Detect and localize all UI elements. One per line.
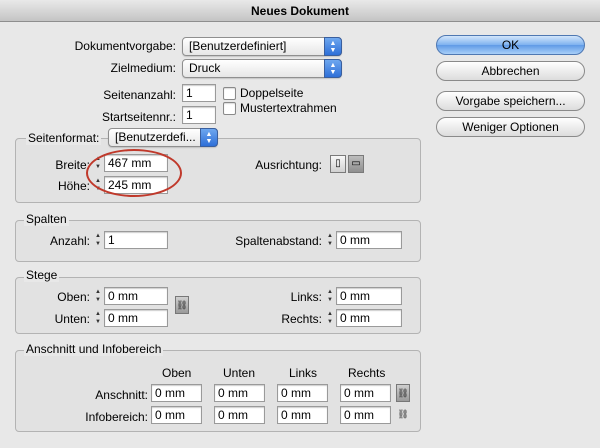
bleed-left-input[interactable]: 0 mm: [277, 384, 328, 402]
facing-pages-label: Doppelseite: [240, 86, 304, 100]
popup-arrows-icon: ▲ ▼: [324, 37, 342, 56]
margin-left-input[interactable]: 0 mm: [336, 287, 402, 305]
start-page-input[interactable]: 1: [182, 106, 216, 124]
margin-bottom-input[interactable]: 0 mm: [104, 309, 168, 327]
page-size-value: [Benutzerdefi...: [115, 130, 196, 144]
new-document-dialog: Neues Dokument Dokumentvorgabe: [Benutze…: [0, 0, 600, 448]
bleed-top-input[interactable]: 0 mm: [151, 384, 202, 402]
preset-select[interactable]: [Benutzerdefiniert] ▲ ▼: [182, 37, 342, 56]
master-frame-checkbox[interactable]: [223, 102, 236, 115]
cancel-button[interactable]: Abbrechen: [436, 61, 585, 81]
columns-title: Spalten: [24, 212, 69, 226]
portrait-icon[interactable]: ▯: [330, 155, 346, 173]
columns-count-stepper-icon[interactable]: ▲ ▼: [93, 231, 103, 249]
margin-left-stepper-icon[interactable]: ▲ ▼: [325, 287, 335, 305]
margin-right-label: Rechts:: [281, 312, 322, 326]
width-label: Breite:: [55, 158, 90, 172]
col-top-header: Oben: [162, 366, 192, 380]
slug-label: Infobereich:: [85, 410, 148, 424]
save-preset-button[interactable]: Vorgabe speichern...: [436, 91, 585, 111]
col-left-header: Links: [289, 366, 318, 380]
facing-pages-checkbox[interactable]: [223, 87, 236, 100]
orientation-label: Ausrichtung:: [255, 158, 322, 172]
window-title: Neues Dokument: [0, 0, 600, 22]
slug-bottom-input[interactable]: 0 mm: [214, 406, 265, 424]
slug-chain-icon[interactable]: ⛓: [396, 406, 410, 424]
page-size-label: Seitenformat:: [26, 131, 102, 145]
margins-chain-icon[interactable]: ⛓: [175, 296, 189, 314]
columns-count-input[interactable]: 1: [104, 231, 168, 249]
ok-button[interactable]: OK: [436, 35, 585, 55]
medium-value: Druck: [189, 61, 221, 75]
gutter-label: Spaltenabstand:: [235, 234, 322, 248]
gutter-input[interactable]: 0 mm: [336, 231, 402, 249]
margin-bottom-stepper-icon[interactable]: ▲ ▼: [93, 309, 103, 327]
margin-right-stepper-icon[interactable]: ▲ ▼: [325, 309, 335, 327]
margin-top-stepper-icon[interactable]: ▲ ▼: [93, 287, 103, 305]
slug-right-input[interactable]: 0 mm: [340, 406, 391, 424]
medium-label: Zielmedium:: [110, 61, 176, 75]
columns-count-label: Anzahl:: [49, 234, 90, 248]
fewer-options-button[interactable]: Weniger Optionen: [436, 117, 585, 137]
slug-left-input[interactable]: 0 mm: [277, 406, 328, 424]
margin-left-label: Links:: [290, 290, 322, 304]
medium-select[interactable]: Druck ▲ ▼: [182, 59, 342, 78]
bleed-label: Anschnitt:: [95, 388, 148, 402]
margin-right-input[interactable]: 0 mm: [336, 309, 402, 327]
master-frame-label: Mustertextrahmen: [240, 101, 337, 115]
bleed-bottom-input[interactable]: 0 mm: [214, 384, 265, 402]
bleed-slug-title: Anschnitt und Infobereich: [24, 342, 164, 356]
bleed-right-input[interactable]: 0 mm: [340, 384, 391, 402]
col-bottom-header: Unten: [223, 366, 256, 380]
margins-title: Stege: [24, 268, 60, 282]
page-size-select[interactable]: [Benutzerdefi... ▲ ▼: [108, 128, 218, 147]
col-right-header: Rechts: [348, 366, 386, 380]
highlight-circle: [86, 149, 182, 197]
pages-input[interactable]: 1: [182, 84, 216, 102]
margin-top-input[interactable]: 0 mm: [104, 287, 168, 305]
preset-label: Dokumentvorgabe:: [74, 39, 176, 53]
preset-value: [Benutzerdefiniert]: [189, 39, 287, 53]
popup-arrows-icon: ▲ ▼: [324, 59, 342, 78]
gutter-stepper-icon[interactable]: ▲ ▼: [325, 231, 335, 249]
height-label: Höhe:: [57, 179, 90, 193]
margin-bottom-label: Unten:: [54, 312, 90, 326]
popup-arrows-icon: ▲ ▼: [200, 128, 218, 147]
margin-top-label: Oben:: [57, 290, 90, 304]
landscape-icon[interactable]: ▭: [348, 155, 364, 173]
slug-top-input[interactable]: 0 mm: [151, 406, 202, 424]
start-page-label: Startseitennr.:: [101, 110, 176, 124]
bleed-chain-icon[interactable]: ⛓: [396, 384, 410, 402]
pages-label: Seitenanzahl:: [103, 88, 176, 102]
